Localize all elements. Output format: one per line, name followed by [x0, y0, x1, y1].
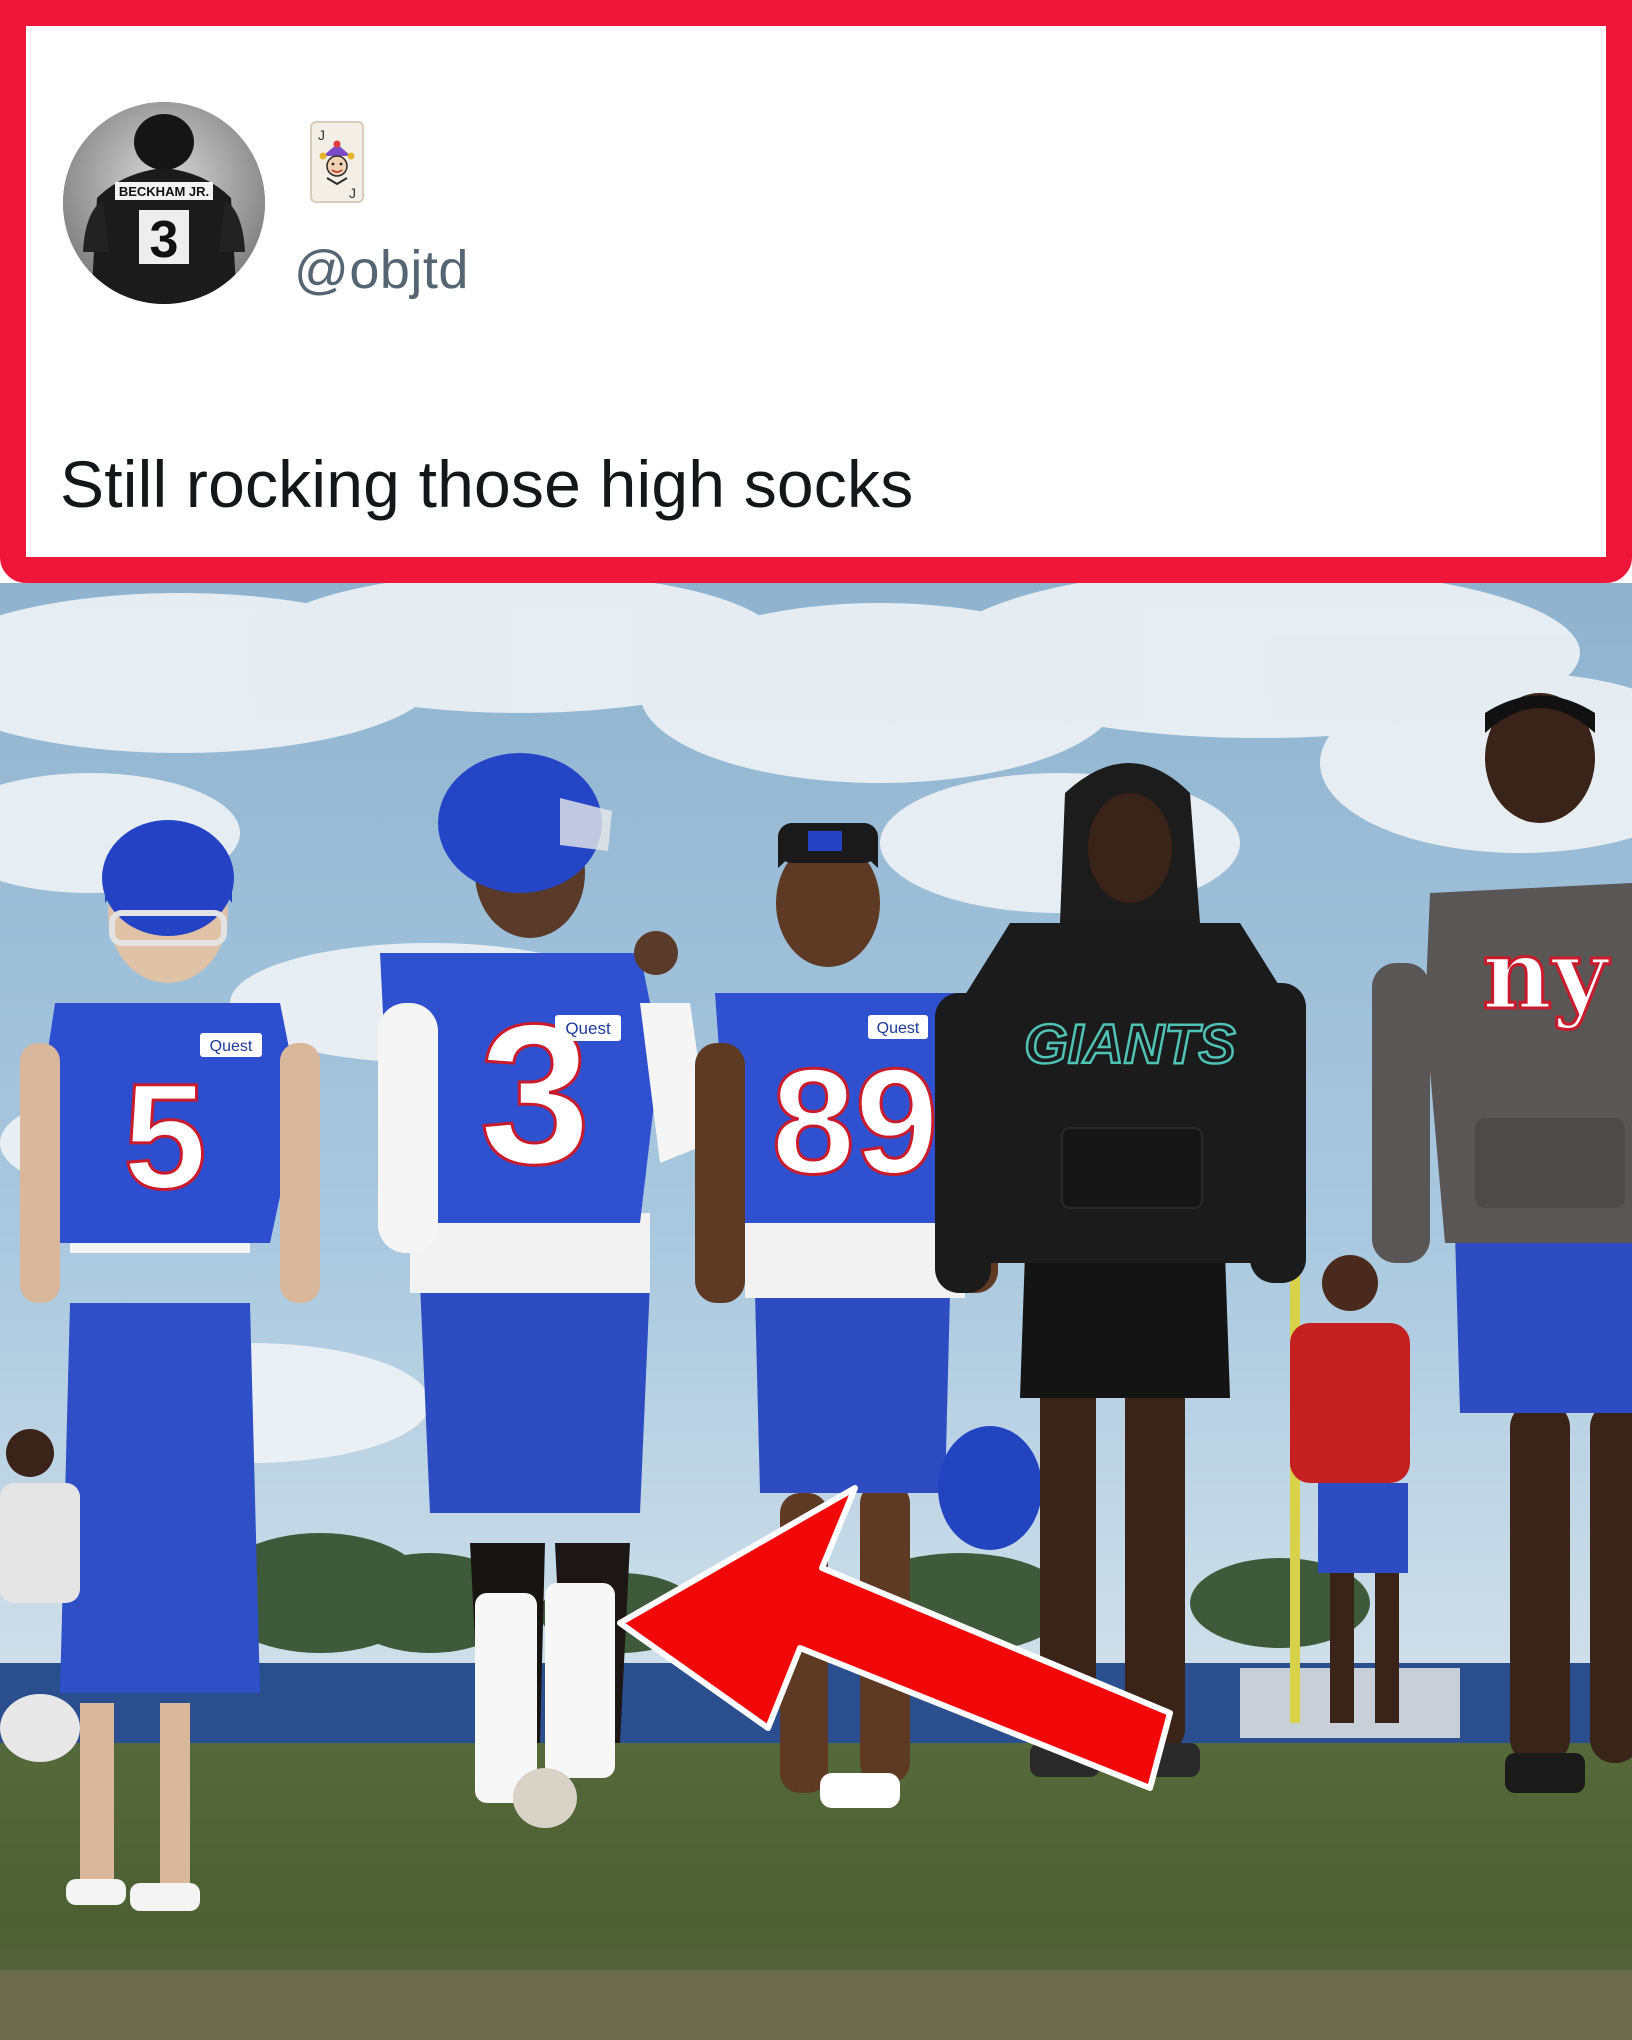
practice-field-photo: 5 Quest 3 Quest 89 Quest GIANTS ny — [0, 583, 1632, 2040]
post-photo[interactable]: 5 Quest 3 Quest 89 Quest GIANTS ny — [0, 583, 1632, 2040]
sponsor-patch-5: Quest — [210, 1038, 253, 1055]
hoodie-ny-logo: ny — [1482, 918, 1611, 1031]
tweet-text: Still rocking those high socks — [60, 447, 914, 521]
avatar[interactable]: BECKHAM JR. 3 — [63, 102, 265, 304]
hoodie-giants-text: GIANTS — [1024, 1012, 1236, 1075]
bottom-blur-band — [0, 1970, 1632, 2040]
jersey-number-89: 89 — [772, 1037, 939, 1205]
high-sock-left — [475, 1593, 537, 1803]
jersey-number-5: 5 — [123, 1052, 206, 1220]
svg-text:J: J — [318, 127, 325, 143]
high-sock-right — [545, 1583, 615, 1778]
author-handle[interactable]: @objtd — [294, 239, 469, 301]
avatar-jersey-name: BECKHAM JR. — [119, 184, 209, 199]
svg-text:J: J — [349, 185, 356, 201]
joker-card-icon: J J — [309, 120, 365, 204]
avatar-jersey-number: 3 — [150, 211, 179, 269]
tweet-card: BECKHAM JR. 3 J J @objtd Still rocking t… — [0, 0, 1632, 583]
sponsor-patch-3: Quest — [565, 1019, 611, 1038]
avatar-image: BECKHAM JR. 3 — [63, 102, 265, 304]
sponsor-patch-89: Quest — [877, 1020, 920, 1037]
